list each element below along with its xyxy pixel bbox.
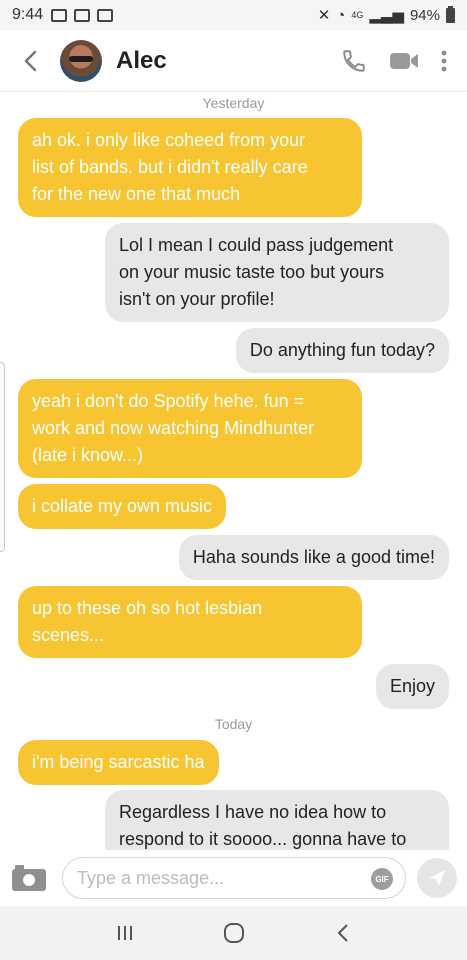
chat-header: Alec [0, 30, 467, 92]
gif-button[interactable]: GIF [371, 868, 393, 890]
message-input[interactable] [77, 867, 357, 889]
recent-apps-icon [117, 926, 132, 940]
message-outgoing: Do anything fun today? [235, 328, 449, 373]
message-composer: GIF [0, 850, 467, 906]
camera-icon [12, 865, 46, 891]
back-nav-button[interactable] [323, 913, 363, 953]
home-icon [223, 923, 244, 943]
day-separator: Yesterday [202, 95, 265, 111]
battery-icon [446, 5, 455, 23]
recent-apps-button[interactable] [105, 913, 145, 953]
network-label: 4G [351, 10, 364, 20]
message-notification-icon [74, 8, 91, 22]
status-bar: 9:44 ✕ ◔ 4G ▂▃▅ 94% [0, 0, 467, 30]
mute-icon: ✕ [317, 7, 331, 24]
gallery-notification-icon [97, 8, 114, 22]
chevron-left-icon [24, 50, 37, 71]
send-icon [429, 870, 445, 886]
phone-icon[interactable] [341, 48, 367, 74]
avatar[interactable] [60, 39, 102, 82]
system-nav-bar [0, 906, 467, 960]
message-input-wrapper[interactable]: GIF [62, 857, 406, 899]
status-time: 9:44 [12, 6, 44, 23]
camera-button[interactable] [10, 863, 48, 893]
signal-icon: ▂▃▅ [369, 7, 404, 24]
side-panel-handle[interactable] [0, 362, 5, 552]
message-incoming: i'm being sarcastic ha [18, 740, 219, 785]
message-outgoing: Enjoy [375, 664, 449, 709]
message-outgoing: Lol I mean I could pass judgement on you… [105, 223, 449, 322]
home-button[interactable] [214, 913, 254, 953]
message-list[interactable]: Yesterday ah ok. i only like coheed from… [0, 92, 467, 850]
contact-name[interactable]: Alec [116, 47, 167, 75]
send-button[interactable] [417, 858, 457, 898]
message-outgoing: Haha sounds like a good time! [178, 535, 449, 580]
message-outgoing: Regardless I have no idea how to respond… [105, 790, 449, 850]
more-vertical-icon[interactable] [441, 50, 447, 72]
message-incoming: i collate my own music [18, 484, 227, 529]
battery-percent: 94% [409, 6, 440, 24]
notification-icon [51, 8, 68, 22]
message-incoming: yeah i don't do Spotify hehe. fun = work… [18, 379, 362, 478]
message-incoming: up to these oh so hot lesbian scenes... [18, 586, 362, 658]
back-button[interactable] [0, 30, 60, 92]
wifi-icon: ◔ [336, 6, 346, 24]
video-camera-icon[interactable] [389, 51, 419, 71]
back-nav-icon [337, 924, 348, 942]
day-separator: Today [214, 716, 253, 732]
message-incoming: ah ok. i only like coheed from your list… [18, 118, 362, 217]
